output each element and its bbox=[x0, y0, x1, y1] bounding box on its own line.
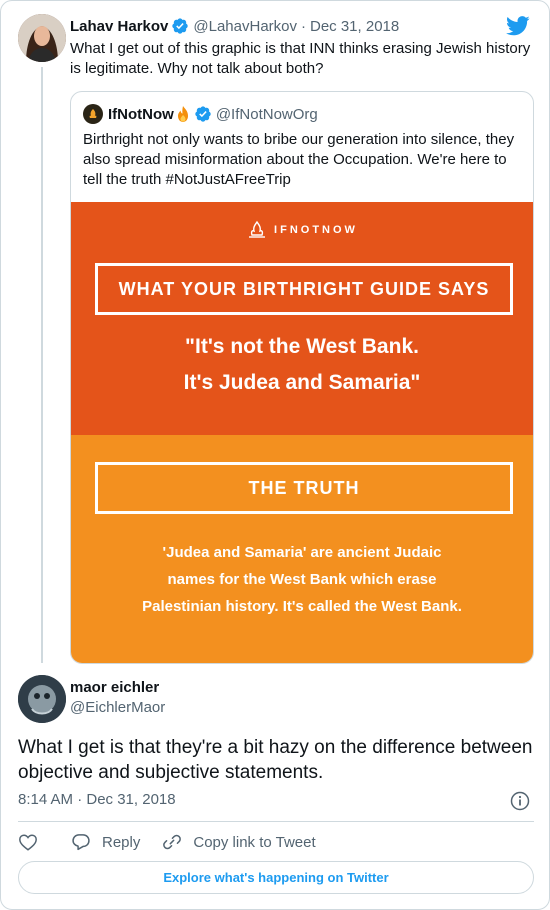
graphic-box-guide-says: WHAT YOUR BIRTHRIGHT GUIDE SAYS bbox=[95, 263, 513, 315]
quoted-tweet-header: IfNotNow @IfNotNowOrg bbox=[83, 104, 318, 124]
graphic-truth-text: 'Judea and Samaria' are ancient Judaic n… bbox=[71, 539, 533, 620]
quoted-tweet[interactable]: IfNotNow @IfNotNowOrg Birthright not onl… bbox=[70, 91, 534, 664]
graphic-box2-label: THE TRUTH bbox=[248, 477, 360, 498]
link-icon bbox=[163, 834, 182, 850]
graphic-top-panel: IFNOTNOW WHAT YOUR BIRTHRIGHT GUIDE SAYS… bbox=[71, 202, 533, 435]
explore-label: Explore what's happening on Twitter bbox=[163, 870, 389, 885]
copy-link-button[interactable]: Copy link to Tweet bbox=[162, 832, 316, 852]
verified-badge-icon bbox=[172, 18, 189, 34]
reply-author-handle[interactable]: @EichlerMaor bbox=[70, 699, 165, 716]
reply-icon bbox=[72, 834, 90, 851]
graphic-logo-text: IFNOTNOW bbox=[274, 224, 358, 236]
info-icon[interactable] bbox=[510, 791, 530, 811]
author-name[interactable]: Lahav Harkov bbox=[70, 18, 168, 35]
quoted-author-name: IfNotNow bbox=[108, 105, 174, 123]
like-button[interactable] bbox=[18, 833, 49, 851]
reply-author-name[interactable]: maor eichler bbox=[70, 679, 159, 696]
quoted-avatar bbox=[83, 104, 103, 124]
reply-avatar[interactable] bbox=[18, 675, 66, 723]
copy-link-label: Copy link to Tweet bbox=[193, 833, 316, 851]
action-bar: Reply Copy link to Tweet bbox=[18, 831, 338, 853]
parent-tweet-text: What I get out of this graphic is that I… bbox=[70, 40, 531, 77]
explore-twitter-button[interactable]: Explore what's happening on Twitter bbox=[18, 861, 534, 894]
graphic-box1-label: WHAT YOUR BIRTHRIGHT GUIDE SAYS bbox=[118, 278, 490, 299]
heart-icon bbox=[19, 834, 37, 851]
avatar[interactable] bbox=[18, 14, 66, 62]
reply-timestamp[interactable]: 8:14 AM · Dec 31, 2018 bbox=[18, 791, 176, 808]
graphic-logo: IFNOTNOW bbox=[71, 220, 533, 240]
separator-dot: · bbox=[301, 17, 306, 35]
author-handle[interactable]: @LahavHarkov bbox=[193, 18, 297, 35]
verified-badge-icon bbox=[195, 106, 211, 122]
ifnotnow-flame-icon bbox=[249, 220, 266, 238]
graphic-quote-line2: It's Judea and Samaria" bbox=[183, 371, 421, 394]
tweet-date[interactable]: Dec 31, 2018 bbox=[310, 18, 399, 35]
graphic-quote-line1: "It's not the West Bank. bbox=[185, 335, 419, 358]
reply-avatar-image bbox=[18, 675, 66, 723]
graphic-truth-line2: names for the West Bank which erase bbox=[167, 571, 437, 588]
quoted-tweet-image[interactable]: IFNOTNOW WHAT YOUR BIRTHRIGHT GUIDE SAYS… bbox=[71, 202, 533, 663]
graphic-truth-line3: Palestinian history. It's called the Wes… bbox=[142, 598, 462, 615]
thread-connector-line bbox=[41, 67, 43, 663]
graphic-truth-line1: 'Judea and Samaria' are ancient Judaic bbox=[162, 544, 442, 561]
graphic-box-truth: THE TRUTH bbox=[95, 462, 513, 514]
fire-emoji-icon bbox=[177, 106, 188, 122]
reply-label: Reply bbox=[102, 833, 141, 851]
ifnotnow-logo-icon bbox=[89, 109, 97, 118]
quoted-author-handle: @IfNotNowOrg bbox=[215, 105, 318, 123]
parent-tweet-header: Lahav Harkov @LahavHarkov · Dec 31, 2018 bbox=[70, 16, 399, 36]
reply-tweet-text: What I get is that they're a bit hazy on… bbox=[18, 737, 533, 783]
tweet-embed-card: Lahav Harkov @LahavHarkov · Dec 31, 2018… bbox=[0, 0, 550, 910]
quoted-tweet-text: Birthright not only wants to bribe our g… bbox=[83, 131, 515, 188]
graphic-quote: "It's not the West Bank. It's Judea and … bbox=[71, 329, 533, 401]
reply-button[interactable]: Reply bbox=[71, 832, 140, 852]
twitter-bird-icon[interactable] bbox=[506, 16, 530, 36]
parent-avatar-image bbox=[18, 14, 66, 62]
action-divider bbox=[18, 821, 534, 822]
